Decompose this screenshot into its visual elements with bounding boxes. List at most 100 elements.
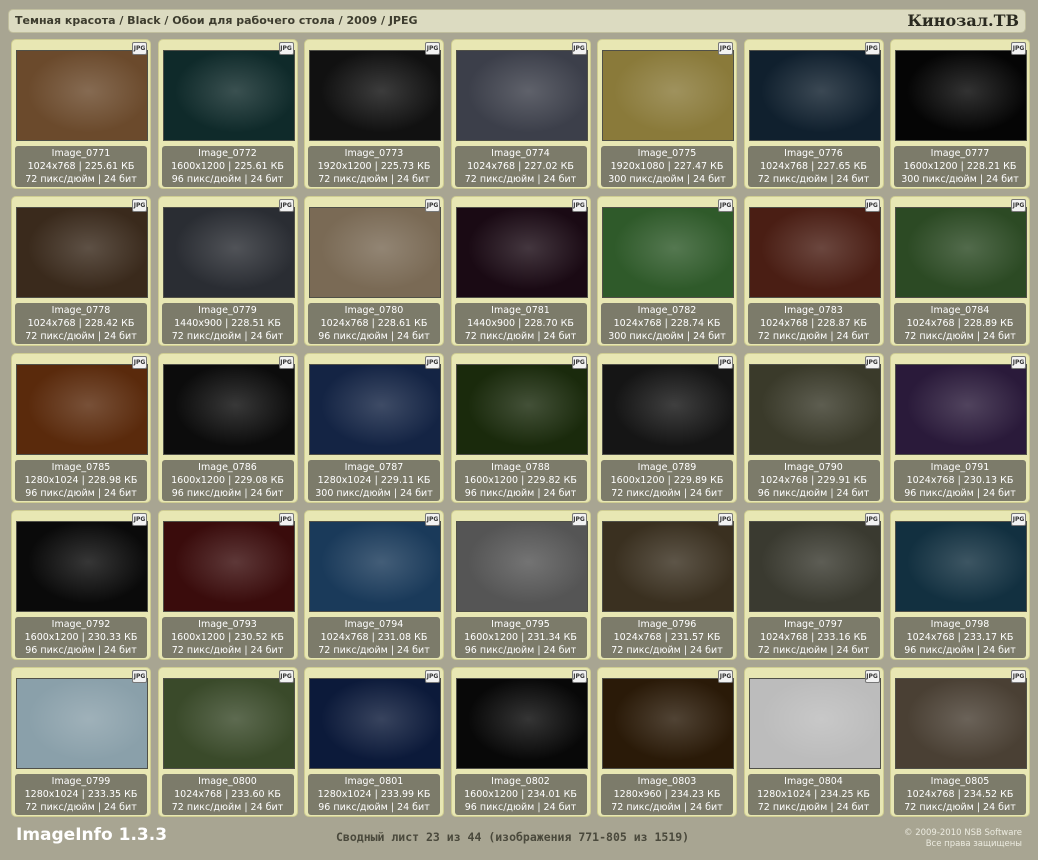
thumbnail-image[interactable]: [602, 207, 734, 298]
thumbnail-image[interactable]: [895, 207, 1027, 298]
image-name: Image_0802: [491, 776, 550, 787]
thumbnail-tile[interactable]: JPG4:3Image_07941024x768 | 231.08 КБ72 п…: [304, 510, 444, 660]
jpg-format-icon: JPG: [718, 199, 733, 212]
thumbnail-tile[interactable]: JPG4:3Image_07841024x768 | 228.89 КБ72 п…: [890, 196, 1030, 346]
thumbnail-image[interactable]: [455, 678, 588, 769]
thumbnail-tile[interactable]: JPG4:3Image_07911024x768 | 230.13 КБ96 п…: [890, 353, 1030, 503]
thumbnail-image[interactable]: [748, 678, 881, 769]
thumbnail-image[interactable]: [602, 678, 734, 769]
thumbnail-tile[interactable]: JPG16:9Image_07751920x1080 | 227.47 КБ30…: [597, 39, 737, 189]
image-name: Image_0776: [784, 148, 843, 159]
jpg-format-icon: JPG: [864, 42, 880, 55]
thumbnail-tile[interactable]: JPG4:3Image_07831024x768 | 228.87 КБ72 п…: [743, 196, 884, 346]
thumbnail-tile[interactable]: JPG4:3Image_08001024x768 | 233.60 КБ72 п…: [157, 667, 298, 817]
thumbnail-tile[interactable]: JPG4:3Image_07801024x768 | 228.61 КБ96 п…: [304, 196, 444, 346]
image-dimensions-size: 1024x768 | 228.42 КБ: [27, 318, 135, 329]
thumbnail-tile[interactable]: JPG4:3Image_07951600x1200 | 231.34 КБ96 …: [450, 510, 591, 660]
thumbnail-tile[interactable]: JPG5:4Image_08011280x1024 | 233.99 КБ96 …: [304, 667, 444, 817]
thumbnail-image[interactable]: [602, 50, 734, 141]
image-dpi-bits: 72 пикс/дюйм | 24 бит: [464, 331, 577, 342]
thumbnail-image[interactable]: [16, 521, 148, 612]
thumbnail-tile[interactable]: JPG4:3Image_07781024x768 | 228.42 КБ72 п…: [11, 196, 151, 346]
jpg-format-icon: JPG: [425, 42, 440, 55]
thumbnail-image[interactable]: [162, 678, 295, 769]
thumbnail-image[interactable]: [309, 207, 441, 298]
thumbnail-image[interactable]: [16, 50, 148, 141]
sheet-summary: Сводный лист 23 из 44 (изображения 771-8…: [336, 830, 690, 844]
thumbnail-tile[interactable]: JPG4:3Image_07721600x1200 | 225.61 КБ96 …: [157, 39, 298, 189]
image-dpi-bits: 72 пикс/дюйм | 24 бит: [171, 645, 284, 656]
thumbnail-tile[interactable]: JPG4:3Image_07961024x768 | 231.57 КБ72 п…: [597, 510, 737, 660]
image-dimensions-size: 1024x768 | 228.61 КБ: [320, 318, 428, 329]
jpg-format-icon: JPG: [1011, 513, 1026, 526]
thumbnail-tile[interactable]: JPG4:3Image_07711024x768 | 225.61 КБ72 п…: [11, 39, 151, 189]
thumbnail-tile[interactable]: JPG4:3Image_07931600x1200 | 230.52 КБ72 …: [157, 510, 298, 660]
thumbnail-image[interactable]: [162, 521, 295, 612]
thumbnail-image[interactable]: [455, 50, 588, 141]
thumbnail-image[interactable]: [748, 50, 881, 141]
thumbnail-image[interactable]: [309, 50, 441, 141]
thumbnail-image[interactable]: [309, 364, 441, 455]
thumbnail-tile[interactable]: JPG4:3Image_07881600x1200 | 229.82 КБ96 …: [450, 353, 591, 503]
image-dimensions-size: 1280x1024 | 229.11 КБ: [317, 475, 431, 486]
thumbnail-tile[interactable]: JPG4:3Image_08031280x960 | 234.23 КБ72 п…: [597, 667, 737, 817]
thumbnail-tile[interactable]: JPG4:3Image_07921600x1200 | 230.33 КБ96 …: [11, 510, 151, 660]
thumbnail-image[interactable]: [16, 207, 148, 298]
thumbnail-tile[interactable]: JPG4:3Image_07901024x768 | 229.91 КБ96 п…: [743, 353, 884, 503]
image-info: Image_0796 1024x768 | 231.57 КБ 72 пикс/дю…: [601, 617, 733, 658]
thumbnail-tile[interactable]: JPG4:3Image_07861600x1200 | 229.08 КБ96 …: [157, 353, 298, 503]
thumbnail-image[interactable]: [162, 207, 295, 298]
thumbnail-image[interactable]: [455, 521, 588, 612]
image-info: Image_0774 1024x768 | 227.02 КБ 72 пикс/дю…: [454, 146, 587, 187]
image-name: Image_0798: [930, 619, 990, 630]
thumbnail-tile[interactable]: JPG4:3Image_08051024x768 | 234.52 КБ72 п…: [890, 667, 1030, 817]
thumbnail-tile[interactable]: JPG5:4Image_08041280x1024 | 234.25 КБ72 …: [743, 667, 884, 817]
thumbnail-image[interactable]: [602, 521, 734, 612]
thumbnail-image[interactable]: [16, 364, 148, 455]
thumbnail-image[interactable]: [455, 207, 588, 298]
thumbnail-image[interactable]: [895, 521, 1027, 612]
thumbnail-tile[interactable]: JPG4:3Image_07771600x1200 | 228.21 КБ300…: [890, 39, 1030, 189]
jpg-format-icon: JPG: [278, 42, 294, 55]
image-name: Image_0795: [491, 619, 550, 630]
thumbnail-image[interactable]: [602, 364, 734, 455]
thumbnail-tile[interactable]: JPG4:3Image_07971024x768 | 233.16 КБ72 п…: [743, 510, 884, 660]
thumbnail-tile[interactable]: JPG5:4Image_07871280x1024 | 229.11 КБ300…: [304, 353, 444, 503]
jpg-format-icon: JPG: [718, 356, 733, 369]
thumbnail-tile[interactable]: JPG5:4Image_07851280x1024 | 228.98 КБ96 …: [11, 353, 151, 503]
thumbnail-image[interactable]: [309, 521, 441, 612]
image-dimensions-size: 1600x1200 | 229.89 КБ: [610, 475, 724, 486]
image-dpi-bits: 300 пикс/дюйм | 24 бит: [608, 174, 726, 185]
image-info: Image_0795 1600x1200 | 231.34 КБ 96 пикс/д…: [454, 617, 587, 658]
thumbnail-image[interactable]: [748, 207, 881, 298]
thumbnail-tile[interactable]: JPG5:4Image_07991280x1024 | 233.35 КБ72 …: [11, 667, 151, 817]
image-dimensions-size: 1600x1200 | 230.33 КБ: [24, 632, 138, 643]
thumbnail-image[interactable]: [748, 521, 881, 612]
image-dimensions-size: 1024x768 | 231.57 КБ: [613, 632, 721, 643]
image-info: Image_0785 1280x1024 | 228.98 КБ 96 пикс/д…: [15, 460, 147, 501]
thumbnail-tile[interactable]: JPG4:3Image_07981024x768 | 233.17 КБ96 п…: [890, 510, 1030, 660]
thumbnail-image[interactable]: [162, 364, 295, 455]
thumbnail-tile[interactable]: JPG4:3Image_08021600x1200 | 234.01 КБ96 …: [450, 667, 591, 817]
thumbnail-tile[interactable]: JPG4:3Image_07761024x768 | 227.65 КБ72 п…: [743, 39, 884, 189]
thumbnail-image[interactable]: [162, 50, 295, 141]
thumbnail-image[interactable]: [895, 364, 1027, 455]
jpg-format-icon: JPG: [425, 670, 440, 683]
thumbnail-image[interactable]: [16, 678, 148, 769]
thumbnail-tile[interactable]: JPG4:3Image_07891600x1200 | 229.89 КБ72 …: [597, 353, 737, 503]
image-info: Image_0802 1600x1200 | 234.01 КБ 96 пикс/д…: [454, 774, 587, 815]
thumbnail-tile[interactable]: JPG16:10Image_07731920x1200 | 225.73 КБ7…: [304, 39, 444, 189]
thumbnail-image[interactable]: [895, 50, 1027, 141]
thumbnail-image[interactable]: [455, 364, 588, 455]
thumbnail-image[interactable]: [309, 678, 441, 769]
image-dimensions-size: 1280x960 | 234.23 КБ: [613, 789, 721, 800]
thumbnail-image[interactable]: [748, 364, 881, 455]
thumbnail-tile[interactable]: JPG4:3Image_07821024x768 | 228.74 КБ300 …: [597, 196, 737, 346]
thumbnail-tile[interactable]: JPG16:10Image_07811440x900 | 228.70 КБ72…: [450, 196, 591, 346]
jpg-format-icon: JPG: [1011, 670, 1026, 683]
thumbnail-tile[interactable]: JPG4:3Image_07741024x768 | 227.02 КБ72 п…: [450, 39, 591, 189]
thumbnail-image[interactable]: [895, 678, 1027, 769]
image-dimensions-size: 1024x768 | 228.89 КБ: [906, 318, 1014, 329]
image-dimensions-size: 1280x1024 | 233.35 КБ: [24, 789, 138, 800]
thumbnail-tile[interactable]: JPG16:10Image_07791440x900 | 228.51 КБ72…: [157, 196, 298, 346]
